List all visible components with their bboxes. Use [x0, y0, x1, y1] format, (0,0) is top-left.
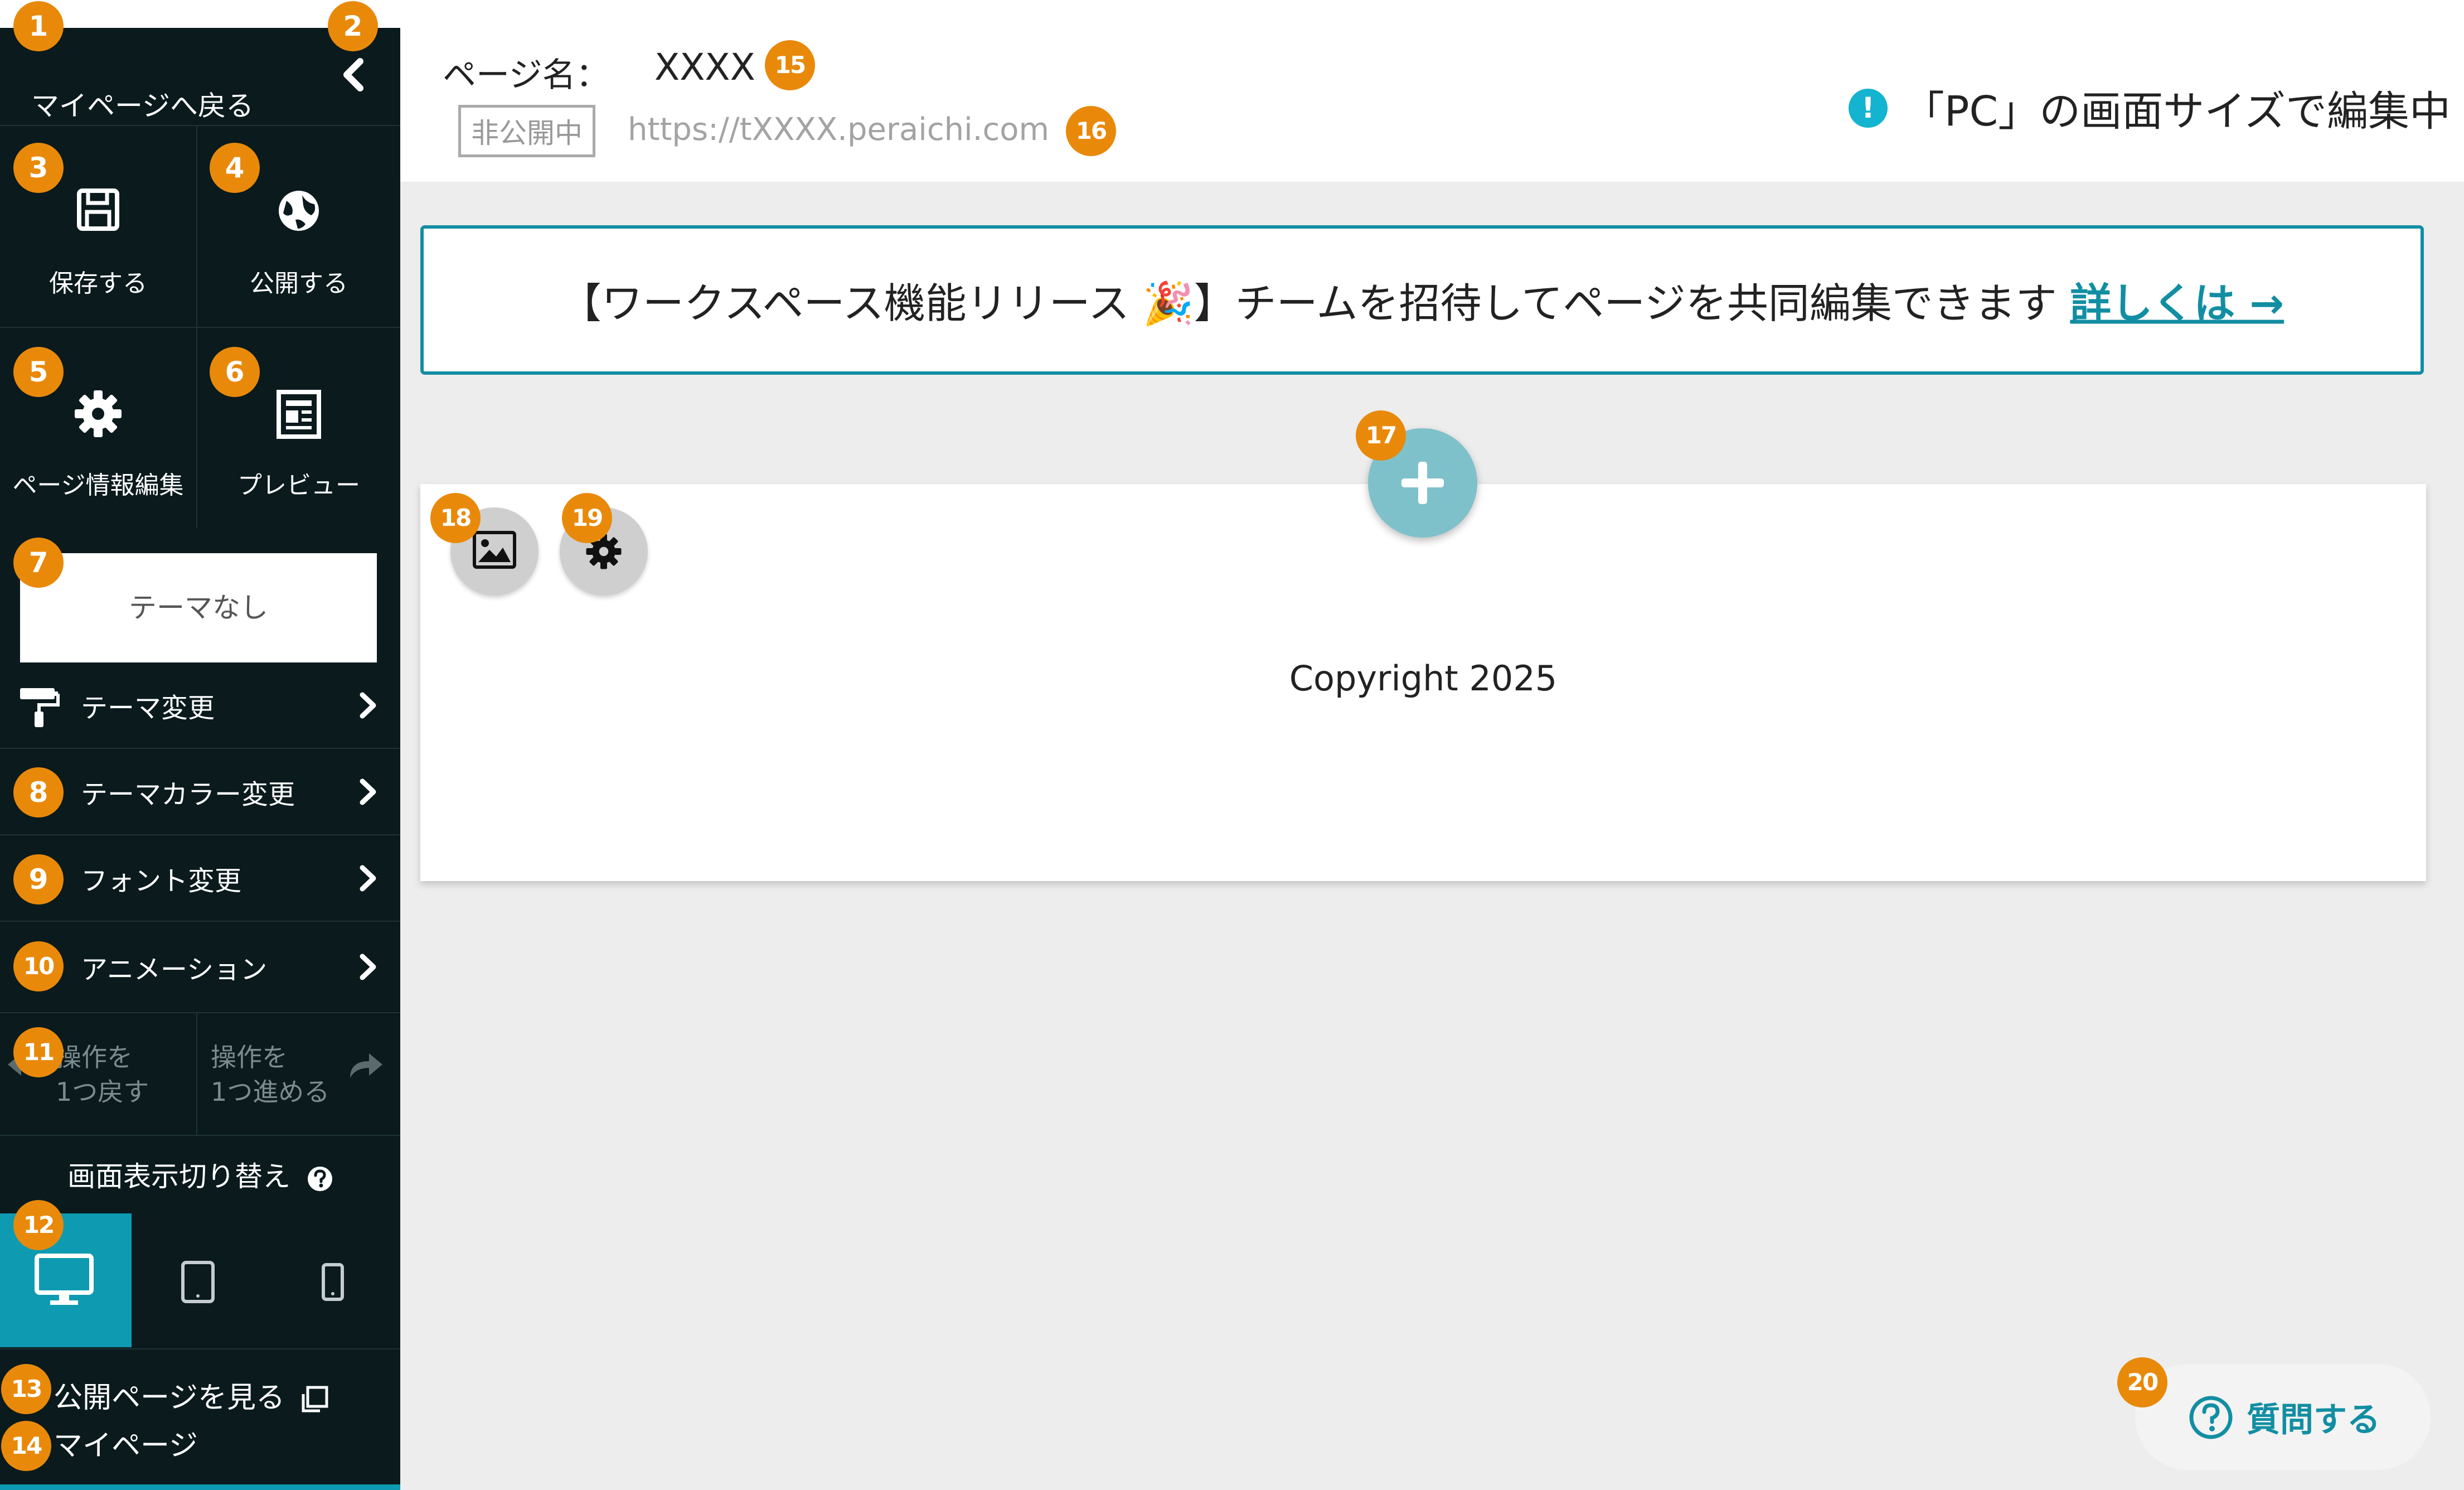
callout-badge-15: 15 — [765, 40, 815, 90]
plus-icon — [1401, 462, 1444, 504]
callout-badge-12: 12 — [13, 1200, 64, 1250]
callout-badge-9: 9 — [13, 854, 64, 904]
editor-header: ページ名： XXXX 非公開中 https://tXXXX.peraichi.c… — [400, 0, 2464, 182]
page-canvas-section: Copyright 2025 — [420, 484, 2426, 881]
redo-label-line1: 操作を — [211, 1042, 288, 1072]
collapse-sidebar-button[interactable] — [334, 51, 374, 98]
save-icon — [77, 188, 119, 231]
view-switch-title: 画面表示切り替え — [0, 1154, 400, 1194]
smartphone-icon — [322, 1263, 344, 1301]
editing-size-notice: ! 「PC」の画面サイズで編集中 — [1848, 78, 2451, 138]
page-name-label: ページ名： — [443, 56, 609, 95]
preview-icon — [277, 390, 321, 439]
callout-badge-7: 7 — [13, 538, 64, 588]
redo-label-line2: 1つ進める — [211, 1077, 330, 1107]
redo-arrow-icon — [350, 1053, 382, 1078]
callout-badge-13: 13 — [1, 1364, 51, 1414]
banner-message: 【ワークスペース機能リリース 🎉】チームを招待してページを共同編集できます — [560, 279, 2057, 328]
editing-size-notice-text: 「PC」の画面サイズで編集中 — [1903, 88, 2451, 136]
sidebar-divider — [0, 1348, 400, 1349]
callout-badge-11: 11 — [13, 1027, 64, 1077]
theme-change-label: テーマ変更 — [81, 692, 215, 724]
undo-label-line1: 操作を — [56, 1042, 133, 1072]
page-url[interactable]: https://tXXXX.peraichi.com — [628, 112, 1049, 148]
callout-badge-18: 18 — [430, 493, 481, 543]
undo-label-line2: 1つ戻す — [56, 1077, 149, 1107]
external-link-icon — [302, 1386, 328, 1412]
callout-badge-3: 3 — [13, 143, 64, 193]
banner-details-link[interactable]: 詳しくは → — [2070, 280, 2284, 328]
chevron-right-icon — [360, 954, 376, 980]
ask-question-button[interactable]: 質問する — [2135, 1364, 2431, 1470]
paint-roller-icon — [20, 688, 60, 727]
undo-redo-row: 操作を 1つ戻す 操作を 1つ進める — [0, 1013, 400, 1136]
status-badge: 非公開中 — [458, 105, 595, 157]
callout-badge-19: 19 — [562, 493, 612, 543]
callout-badge-4: 4 — [210, 143, 260, 193]
callout-badge-1: 1 — [13, 1, 64, 51]
callout-badge-14: 14 — [1, 1421, 51, 1471]
animation-label: アニメーション — [81, 954, 268, 985]
callout-badge-16: 16 — [1066, 106, 1116, 156]
view-smartphone-button[interactable] — [263, 1213, 400, 1347]
chevron-right-icon — [360, 865, 376, 891]
chevron-right-icon — [360, 778, 376, 805]
back-to-mypage-label[interactable]: マイページへ戻る — [31, 84, 254, 124]
callout-badge-10: 10 — [13, 941, 64, 991]
copyright-text[interactable]: Copyright 2025 — [420, 658, 2426, 699]
redo-button[interactable]: 操作を 1つ進める — [197, 1013, 400, 1136]
save-button-label: 保存する — [49, 269, 147, 298]
callout-badge-8: 8 — [13, 767, 64, 817]
banner-text-row: 【ワークスペース機能リリース 🎉】チームを招待してページを共同編集できます 詳し… — [424, 270, 2421, 330]
publish-button-label: 公開する — [250, 269, 348, 298]
editor-sidebar: マイページへ戻る 保存する 公開する ページ情報編集 プレビュー テーマなし テ… — [0, 0, 400, 1490]
ask-question-label: 質問する — [2247, 1400, 2380, 1440]
workspace-release-banner: 【ワークスペース機能リリース 🎉】チームを招待してページを共同編集できます 詳し… — [420, 225, 2424, 375]
current-theme-display[interactable]: テーマなし — [20, 553, 377, 662]
gear-icon — [75, 390, 122, 437]
question-circle-icon — [2189, 1396, 2233, 1439]
globe-icon — [279, 191, 319, 231]
font-change-label: フォント変更 — [81, 865, 242, 897]
theme-color-change-label: テーマカラー変更 — [81, 778, 295, 810]
page-name-value[interactable]: XXXX — [654, 46, 755, 89]
sidebar-bottom-accent — [0, 1484, 400, 1490]
page-info-edit-label: ページ情報編集 — [12, 471, 184, 500]
view-switch-title-text: 画面表示切り替え — [67, 1160, 291, 1193]
desktop-monitor-icon — [35, 1254, 94, 1305]
callout-badge-2: 2 — [328, 1, 378, 51]
callout-badge-17: 17 — [1356, 410, 1406, 461]
callout-badge-6: 6 — [210, 347, 260, 397]
mypage-link[interactable]: マイページ — [54, 1422, 198, 1464]
tablet-icon — [181, 1261, 215, 1303]
preview-button-label: プレビュー — [237, 471, 360, 500]
callout-badge-5: 5 — [13, 347, 64, 397]
view-public-page-link[interactable]: 公開ページを見る — [54, 1374, 329, 1416]
theme-change-menu[interactable]: テーマ変更 — [0, 662, 400, 749]
view-tablet-button[interactable] — [132, 1213, 263, 1347]
view-public-page-label: 公開ページを見る — [54, 1381, 285, 1415]
info-icon: ! — [1848, 88, 1888, 128]
help-circle-icon[interactable] — [307, 1166, 333, 1192]
image-icon — [473, 531, 516, 569]
callout-badge-20: 20 — [2117, 1357, 2167, 1407]
chevron-left-icon — [343, 58, 363, 91]
chevron-right-icon — [360, 692, 376, 718]
